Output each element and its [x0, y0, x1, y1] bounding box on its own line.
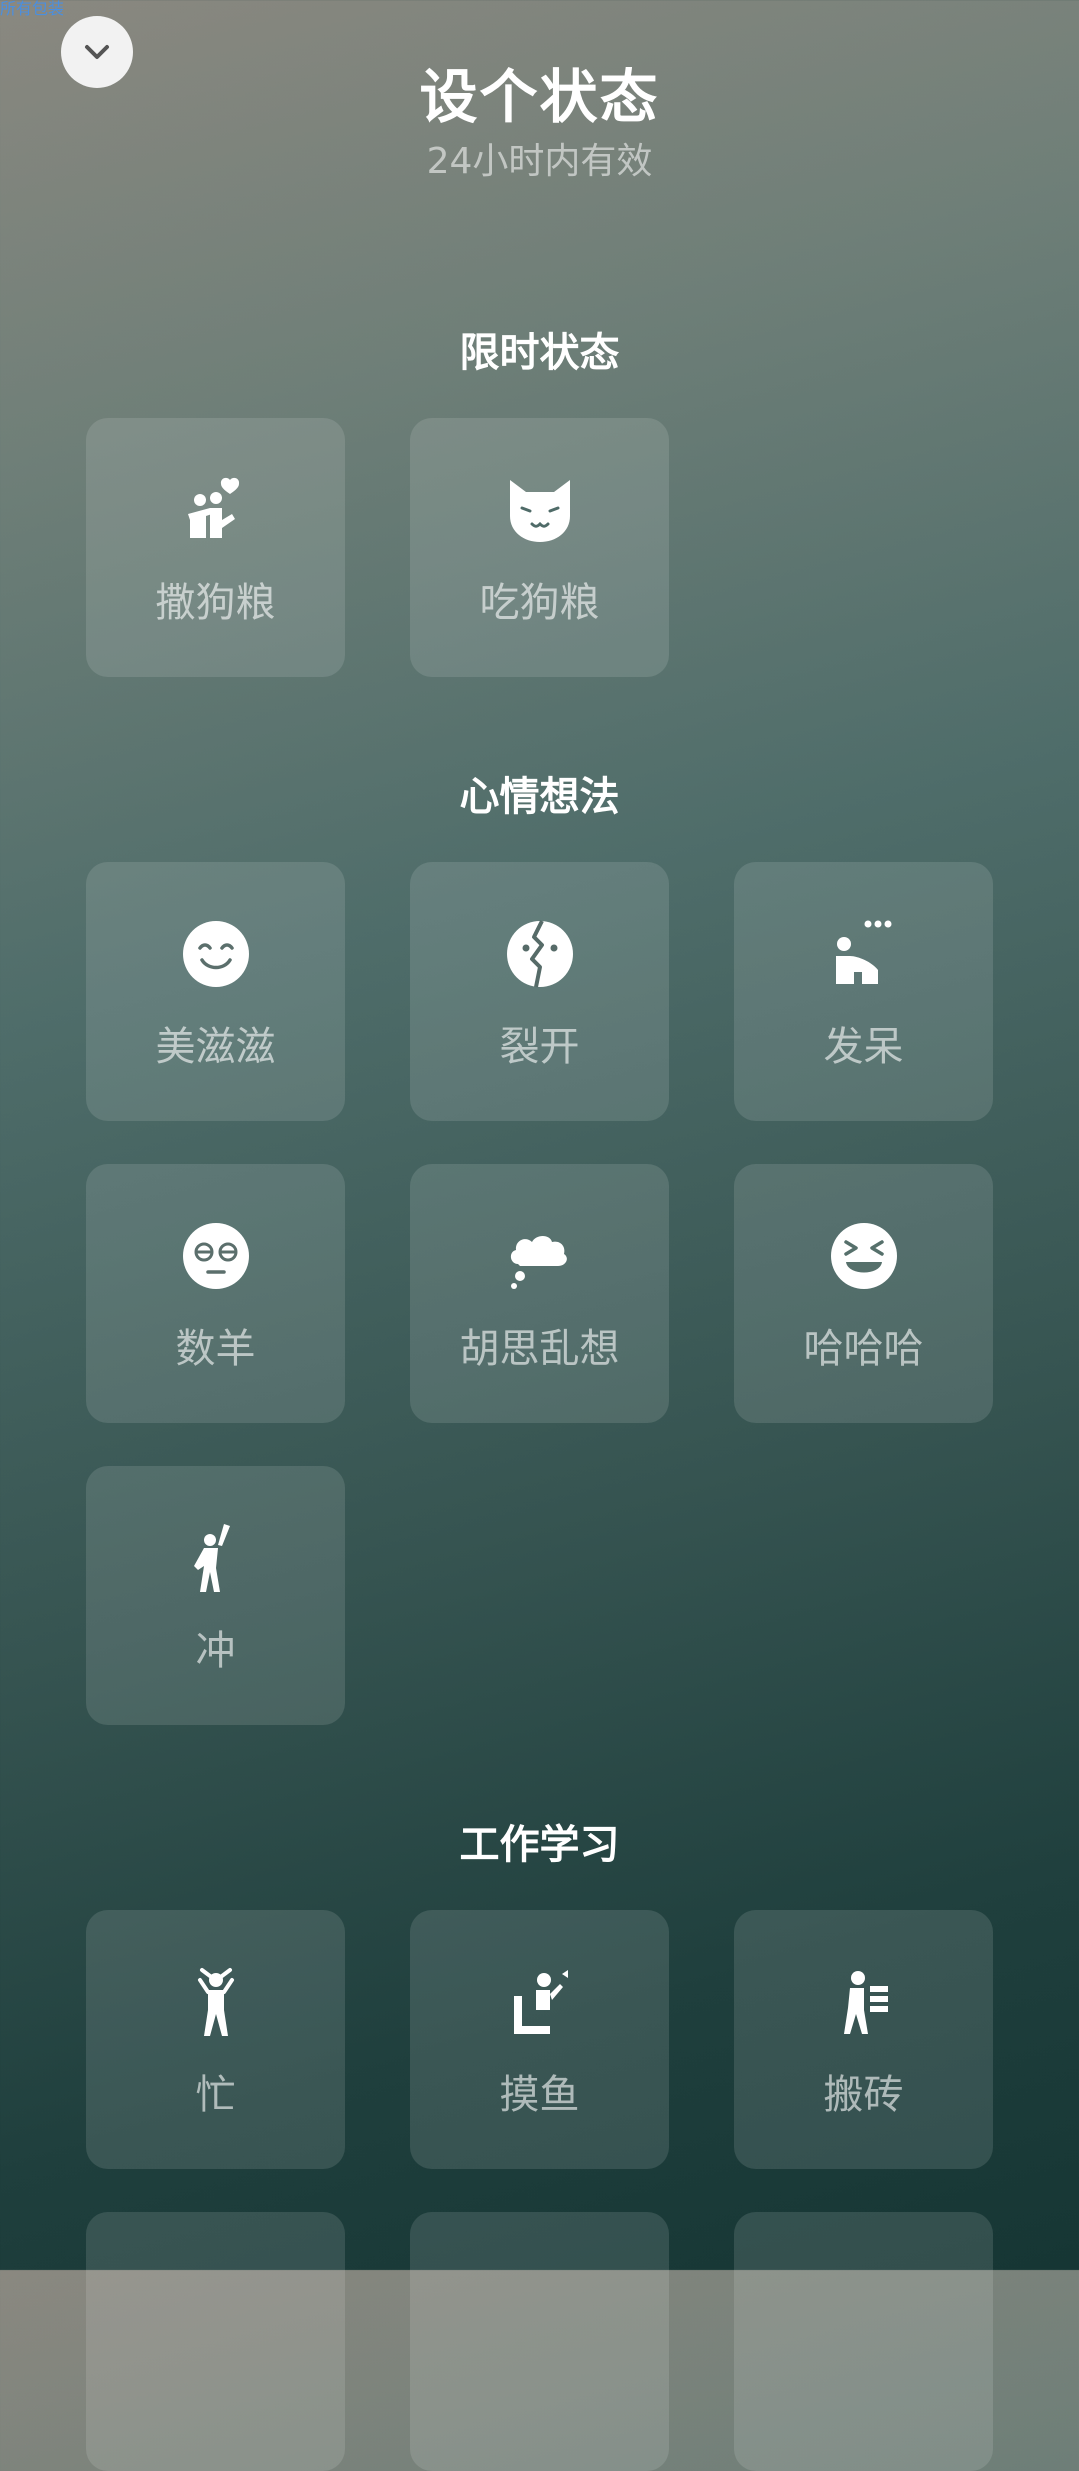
status-label: 忙: [195, 2072, 236, 2118]
laughing-face-icon: [830, 1223, 897, 1289]
status-tile-liekai[interactable]: 裂开: [410, 862, 669, 1121]
status-tile-partial-1[interactable]: [86, 2212, 345, 2471]
status-tile-meizizi[interactable]: 美滋滋: [86, 862, 345, 1121]
status-tile-hahaha[interactable]: 哈哈哈: [734, 1164, 993, 1423]
status-label: 胡思乱想: [459, 1326, 620, 1372]
status-tile-banzhuan[interactable]: 搬砖: [734, 1910, 993, 2169]
status-label: 哈哈哈: [803, 1326, 924, 1372]
cheer-person-icon: [193, 1524, 230, 1592]
status-label: 美滋滋: [155, 1024, 276, 1070]
smile-face-icon: [182, 921, 249, 987]
section-title-mood: 心情想法: [459, 774, 620, 820]
busy-person-icon: [197, 1968, 234, 2036]
status-tile-mang[interactable]: 忙: [86, 1910, 345, 2169]
sleepy-face-icon: [182, 1223, 249, 1289]
daze-person-icon: [835, 920, 891, 984]
status-tile-chong[interactable]: 冲: [86, 1466, 345, 1725]
cat-face-icon: [509, 480, 570, 542]
status-tile-partial-3[interactable]: [734, 2212, 993, 2471]
status-bar-text: 所有包装: [0, 0, 65, 18]
status-label: 裂开: [499, 1024, 580, 1070]
status-tile-shuyang[interactable]: 数羊: [86, 1164, 345, 1423]
status-label: 吃狗粮: [479, 580, 600, 626]
status-tile-partial-2[interactable]: [410, 2212, 669, 2471]
status-tile-fadai[interactable]: 发呆: [734, 862, 993, 1121]
carry-bricks-icon: [843, 1971, 888, 2034]
couple-heart-icon: [187, 477, 239, 538]
thought-cloud-icon: [510, 1236, 567, 1289]
section-title-limited: 限时状态: [459, 330, 620, 376]
page-title: 设个状态: [419, 63, 660, 131]
status-label: 冲: [195, 1628, 236, 1674]
page-subtitle: 24小时内有效: [426, 141, 653, 182]
status-label: 搬砖: [823, 2072, 904, 2118]
status-label: 摸鱼: [499, 2072, 580, 2118]
cracked-face-icon: [506, 920, 573, 988]
status-tile-husiluanxiang[interactable]: 胡思乱想: [410, 1164, 669, 1423]
section-title-work: 工作学习: [459, 1822, 620, 1868]
status-label: 发呆: [823, 1024, 904, 1070]
status-tile-moyu[interactable]: 摸鱼: [410, 1910, 669, 2169]
slacking-person-icon: [513, 1970, 568, 2034]
status-label: 撒狗粮: [155, 580, 276, 626]
status-tile-sagouliang[interactable]: 撒狗粮: [86, 418, 345, 677]
status-label: 数羊: [175, 1326, 256, 1372]
status-tile-chigouliang[interactable]: 吃狗粮: [410, 418, 669, 677]
